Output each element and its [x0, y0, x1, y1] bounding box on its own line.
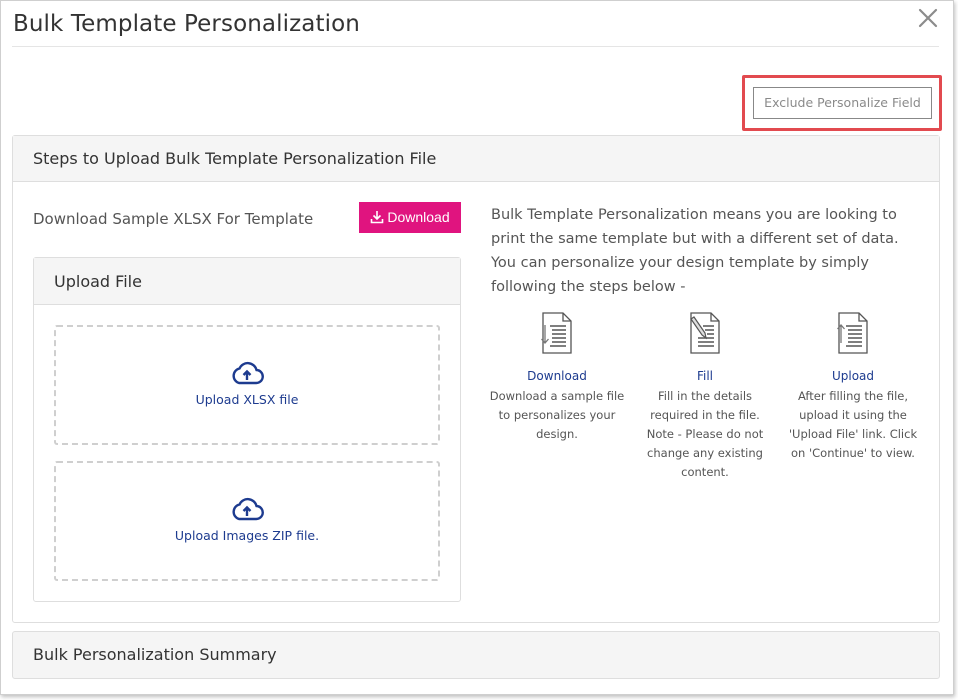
upload-file-card: Upload File Upload XLSX file Upload Imag…	[33, 257, 461, 602]
personalization-intro: Bulk Template Personalization means you …	[491, 207, 899, 295]
title-divider	[12, 46, 939, 47]
download-doc-icon	[541, 312, 572, 354]
exclude-personalize-field-button[interactable]: Exclude Personalize Field	[753, 87, 932, 119]
cloud-upload-icon	[232, 497, 264, 521]
step-title: Upload	[831, 369, 875, 383]
close-icon[interactable]	[915, 5, 941, 31]
step-upload: Upload After filling the file, upload it…	[783, 311, 923, 463]
steps-panel: Steps to Upload Bulk Template Personaliz…	[12, 135, 940, 623]
upload-xlsx-dropzone[interactable]: Upload XLSX file	[54, 325, 440, 445]
bulk-personalization-summary-header[interactable]: Bulk Personalization Summary	[12, 631, 940, 679]
steps-panel-header[interactable]: Steps to Upload Bulk Template Personaliz…	[13, 136, 939, 182]
upload-zip-label[interactable]: Upload Images ZIP file.	[56, 528, 438, 543]
step-title: Download	[527, 369, 587, 383]
step-download: Download Download a sample file to perso…	[487, 311, 627, 444]
cloud-upload-icon	[232, 361, 264, 385]
upload-zip-dropzone[interactable]: Upload Images ZIP file.	[54, 461, 440, 581]
sample-download-label: Download Sample XLSX For Template	[33, 210, 314, 228]
step-title: Fill	[696, 369, 714, 383]
modal-title: Bulk Template Personalization	[13, 11, 360, 37]
fill-doc-icon	[690, 312, 720, 354]
step-description: Fill in the details required in the file…	[646, 389, 764, 479]
upload-file-header: Upload File	[34, 258, 460, 305]
download-icon	[371, 211, 384, 224]
bulk-personalization-modal: Bulk Template Personalization Exclude Pe…	[0, 0, 954, 695]
download-sample-button[interactable]: Download	[359, 202, 461, 233]
step-description: After filling the file, upload it using …	[788, 389, 918, 460]
step-description: Download a sample file to personalizes y…	[489, 389, 625, 441]
step-fill: Fill Fill in the details required in the…	[635, 311, 775, 482]
upload-doc-icon	[837, 312, 868, 354]
download-button-label: Download	[387, 209, 450, 225]
upload-xlsx-label[interactable]: Upload XLSX file	[56, 392, 438, 407]
